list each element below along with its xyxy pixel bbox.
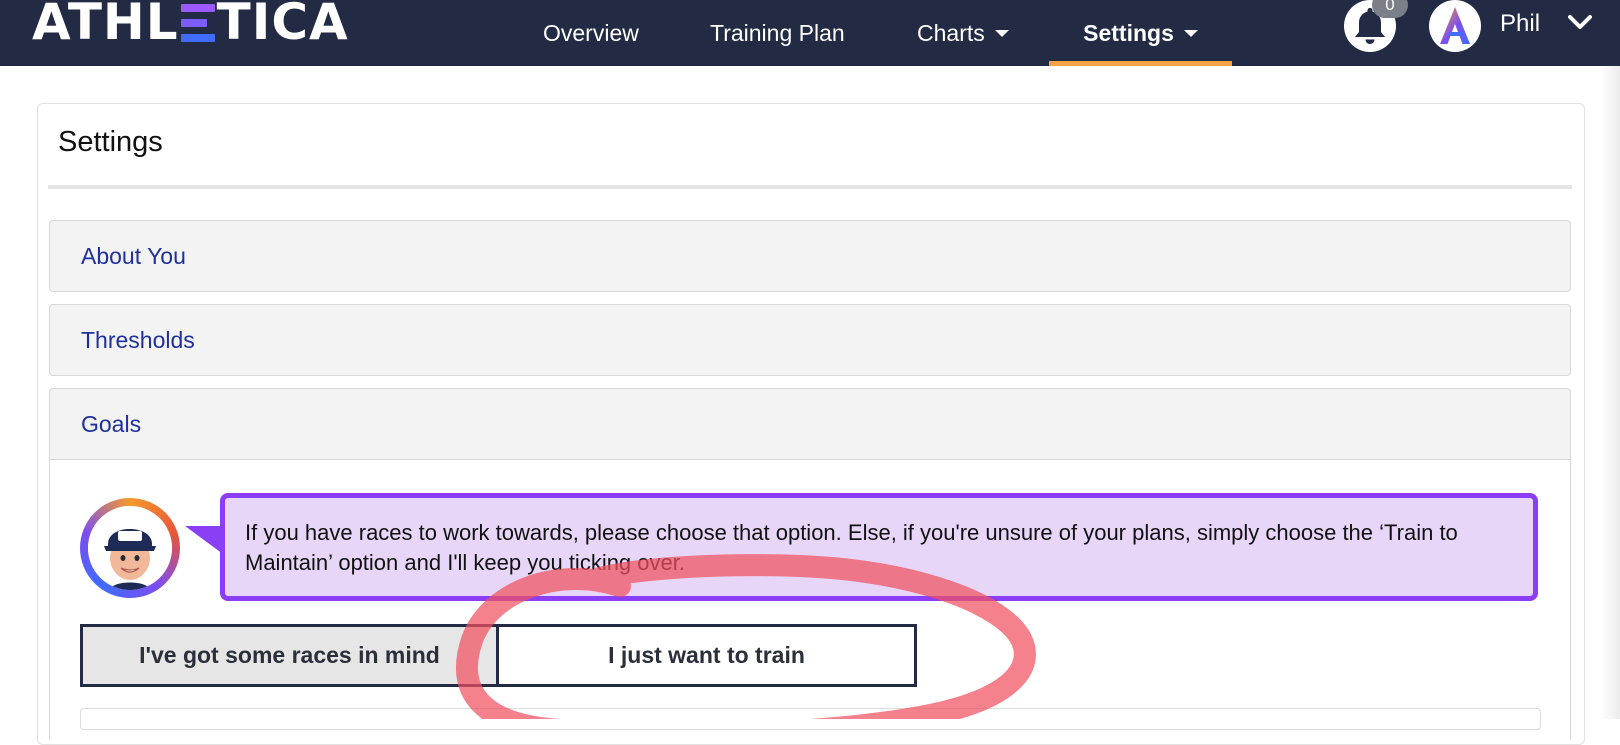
accordion-goals[interactable]: Goals: [49, 388, 1571, 460]
speech-bubble-tail: [185, 526, 223, 554]
caret-down-icon: [994, 29, 1009, 37]
chevron-down-icon[interactable]: [1568, 14, 1592, 32]
accordion-label: Goals: [81, 411, 142, 437]
races-option-button[interactable]: I've got some races in mind: [80, 624, 499, 687]
caret-down-icon: [1183, 29, 1198, 37]
accordion-about-you[interactable]: About You: [49, 220, 1571, 292]
next-section-edge: [80, 708, 1541, 730]
accordion-label: Thresholds: [81, 327, 195, 353]
coach-avatar: [80, 498, 180, 598]
nav-overview[interactable]: Overview: [543, 0, 639, 66]
title-divider: [48, 185, 1572, 189]
just-train-option-button[interactable]: I just want to train: [496, 624, 917, 687]
nav-training-plan[interactable]: Training Plan: [710, 0, 845, 66]
user-name[interactable]: Phil: [1500, 10, 1540, 38]
accordion-label: About You: [81, 243, 186, 269]
active-nav-indicator: [1049, 61, 1232, 66]
nav-settings-dropdown[interactable]: Settings: [1049, 0, 1232, 66]
coach-message: If you have races to work towards, pleas…: [245, 520, 1458, 575]
page-edge-shadow: [1600, 66, 1620, 719]
coach-face-icon: [88, 506, 172, 590]
page-title: Settings: [58, 126, 163, 158]
notification-count-badge: 0: [1372, 0, 1408, 18]
accordion-thresholds[interactable]: Thresholds: [49, 304, 1571, 376]
athletica-a-icon: [1440, 7, 1470, 44]
logo-e-mark-icon: [180, 2, 215, 42]
user-avatar[interactable]: [1429, 0, 1481, 52]
athletica-logo[interactable]: ATHL TICA: [32, 0, 349, 48]
nav-charts-dropdown[interactable]: Charts: [917, 0, 1009, 66]
